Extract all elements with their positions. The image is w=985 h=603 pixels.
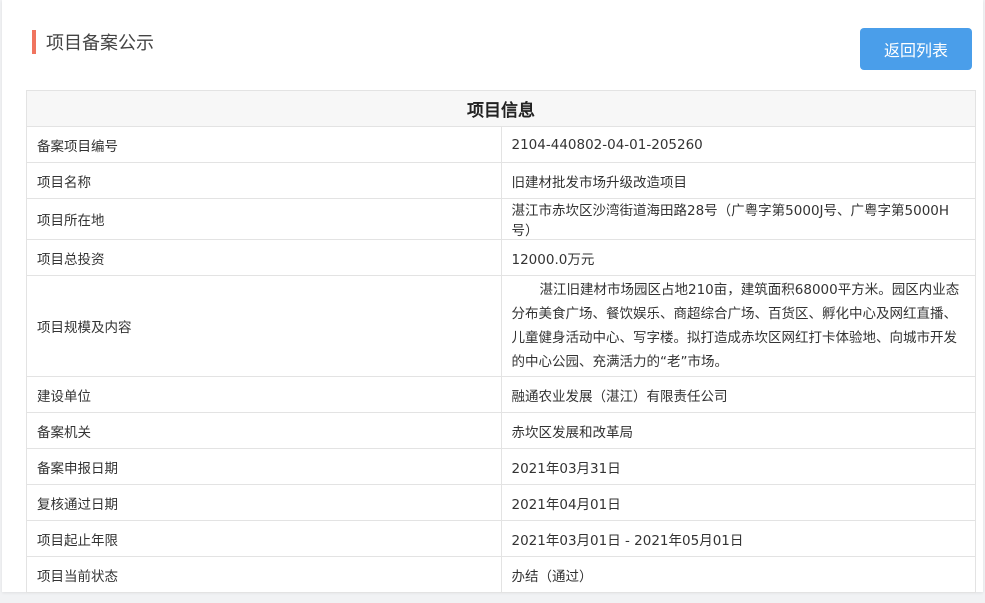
page-title: 项目备案公示 (46, 33, 154, 54)
table-row: 复核通过日期 2021年04月01日 (26, 484, 976, 521)
row-label: 项目当前状态 (26, 556, 502, 593)
table-row: 备案机关 赤坎区发展和改革局 (26, 412, 976, 449)
row-value: 赤坎区发展和改革局 (500, 412, 976, 449)
back-to-list-button[interactable]: 返回列表 (860, 28, 972, 70)
row-label: 项目名称 (26, 162, 502, 199)
row-value: 2104-440802-04-01-205260 (500, 126, 976, 163)
row-label: 项目所在地 (26, 198, 502, 240)
row-value: 2021年04月01日 (500, 484, 976, 521)
row-label: 复核通过日期 (26, 484, 502, 521)
table-row: 项目总投资 12000.0万元 (26, 239, 976, 276)
row-value: 办结（通过） (500, 556, 976, 593)
project-info-table: 项目信息 备案项目编号 2104-440802-04-01-205260 项目名… (26, 90, 976, 593)
title-accent-mark (32, 30, 36, 54)
table-row: 项目规模及内容 湛江旧建材市场园区占地210亩，建筑面积68000平方米。园区内… (26, 275, 976, 377)
table-row: 项目名称 旧建材批发市场升级改造项目 (26, 162, 976, 199)
table-row: 项目起止年限 2021年03月01日 - 2021年05月01日 (26, 520, 976, 557)
table-row: 项目所在地 湛江市赤坎区沙湾街道海田路28号（广粤字第5000J号、广粤字第50… (26, 198, 976, 240)
row-value: 2021年03月31日 (500, 448, 976, 485)
table-row: 项目当前状态 办结（通过） (26, 556, 976, 593)
row-label: 项目总投资 (26, 239, 502, 276)
row-value: 湛江市赤坎区沙湾街道海田路28号（广粤字第5000J号、广粤字第5000H号） (500, 198, 976, 240)
table-row: 建设单位 融通农业发展（湛江）有限责任公司 (26, 376, 976, 413)
row-value: 旧建材批发市场升级改造项目 (500, 162, 976, 199)
row-label: 备案机关 (26, 412, 502, 449)
row-label: 项目规模及内容 (26, 275, 502, 377)
table-heading: 项目信息 (26, 90, 976, 127)
row-value: 12000.0万元 (500, 239, 976, 276)
row-value: 2021年03月01日 - 2021年05月01日 (500, 520, 976, 557)
table-row: 备案申报日期 2021年03月31日 (26, 448, 976, 485)
row-label: 备案申报日期 (26, 448, 502, 485)
row-label: 备案项目编号 (26, 126, 502, 163)
row-value: 湛江旧建材市场园区占地210亩，建筑面积68000平方米。园区内业态分布美食广场… (500, 275, 976, 377)
page-title-bar: 项目备案公示 (32, 30, 154, 54)
row-value: 融通农业发展（湛江）有限责任公司 (500, 376, 976, 413)
row-label: 建设单位 (26, 376, 502, 413)
table-row: 备案项目编号 2104-440802-04-01-205260 (26, 126, 976, 163)
row-label: 项目起止年限 (26, 520, 502, 557)
